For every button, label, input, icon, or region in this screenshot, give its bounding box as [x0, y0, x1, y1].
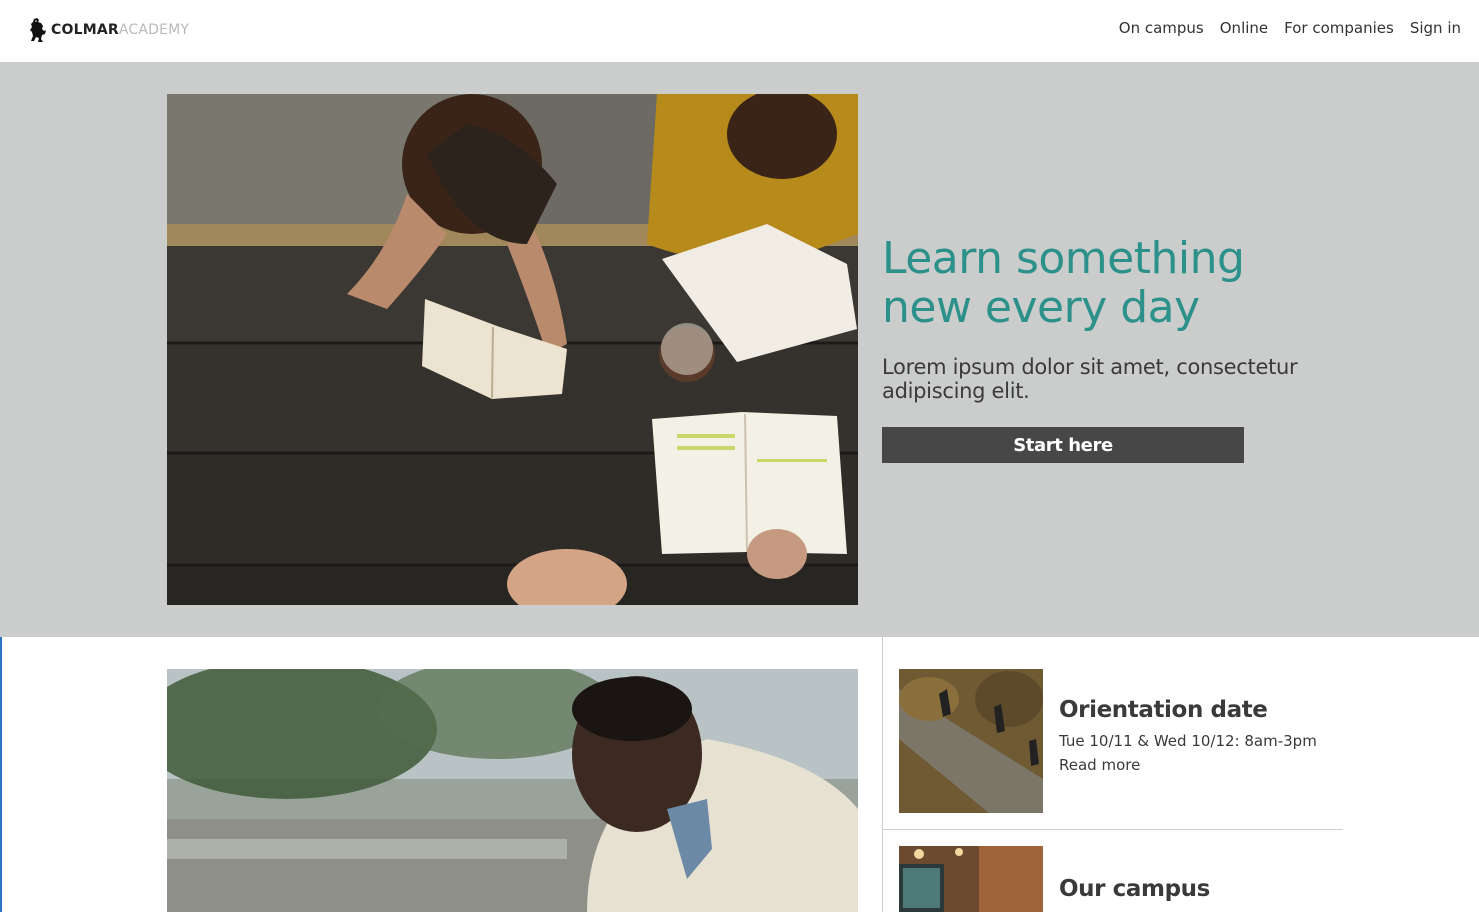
- hero-title: Learn something new every day: [882, 233, 1245, 333]
- nav-for-companies[interactable]: For companies: [1284, 19, 1394, 37]
- top-nav: On campus Online For companies Sign in: [1119, 19, 1461, 37]
- event-card-orientation: Orientation date Tue 10/11 & Wed 10/12: …: [899, 669, 1349, 819]
- hero-subtitle: Lorem ipsum dolor sit amet, consectetur …: [882, 355, 1298, 403]
- hero-image-students-studying: [167, 94, 858, 605]
- orientation-thumbnail: [899, 669, 1043, 813]
- brand-name-secondary: ACADEMY: [118, 22, 190, 38]
- orientation-date: Tue 10/11 & Wed 10/12: 8am-3pm: [1059, 732, 1317, 750]
- nav-on-campus[interactable]: On campus: [1119, 19, 1204, 37]
- site-header: COLMARACADEMY On campus Online For compa…: [0, 0, 1479, 62]
- campus-thumbnail: [899, 846, 1043, 912]
- nav-online[interactable]: Online: [1220, 19, 1268, 37]
- start-here-button[interactable]: Start here: [882, 427, 1244, 463]
- hero-section: Learn something new every day Lorem ipsu…: [0, 62, 1479, 637]
- brand-name-primary: COLMAR: [51, 22, 119, 38]
- feature-image-student-outdoors: [167, 669, 858, 912]
- orientation-title: Orientation date: [1059, 697, 1268, 723]
- orientation-read-more-link[interactable]: Read more: [1059, 756, 1140, 774]
- column-divider: [882, 637, 883, 912]
- nav-sign-in[interactable]: Sign in: [1410, 19, 1461, 37]
- card-divider: [883, 829, 1343, 830]
- campus-title: Our campus: [1059, 876, 1210, 902]
- info-card-campus: Our campus: [899, 846, 1349, 912]
- lion-rampant-icon: [30, 18, 46, 42]
- brand-logo[interactable]: COLMARACADEMY: [28, 16, 189, 44]
